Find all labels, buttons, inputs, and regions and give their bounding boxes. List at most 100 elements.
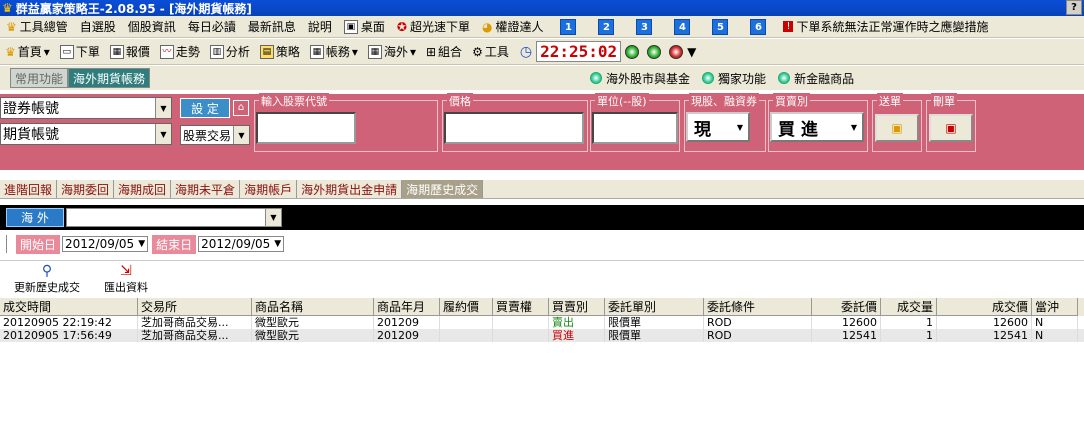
lock-icon[interactable]: ⌂ [233, 100, 249, 116]
menu-tools[interactable]: ♛ 工具總管 [0, 18, 74, 35]
bar-chart-icon: ▥ [209, 44, 224, 59]
cancel-order-button[interactable]: ▣ [929, 114, 973, 142]
overseas-button[interactable]: ▦ 海外 ▾ [363, 43, 421, 60]
workspace-4-button[interactable]: 4 [674, 18, 691, 35]
help-button[interactable]: ? [1066, 0, 1082, 15]
workspace-1-button[interactable]: 1 [560, 18, 577, 35]
status-green-icon[interactable] [625, 44, 640, 59]
menu-news[interactable]: 最新訊息 [242, 18, 302, 35]
col-volume[interactable]: 成交量 [881, 298, 937, 316]
home-button[interactable]: ♛ 首頁 ▾ [0, 43, 55, 60]
menu-desktop[interactable]: ▣ 桌面 [338, 18, 391, 35]
col-condition[interactable]: 委託條件 [704, 298, 812, 316]
futures-account-select[interactable]: 期貨帳號 ▼ [0, 123, 172, 145]
col-exchange[interactable]: 交易所 [138, 298, 252, 316]
combo-icon: ⊞ [425, 44, 437, 59]
status-red-icon[interactable] [669, 44, 684, 59]
tab-history-fills[interactable]: 海期歷史成交 [402, 180, 484, 198]
securities-account-select[interactable]: 證券帳號 ▼ [0, 97, 172, 119]
function-tabs: 常用功能 海外期貨帳務 海外股市與基金 獨家功能 新金融商品 [0, 66, 1084, 90]
status-green2-icon[interactable] [647, 44, 662, 59]
dropdown-arrow-icon[interactable]: ▼ [687, 45, 696, 59]
cell-time: 20120905 22:19:42 [0, 316, 138, 329]
workspace-3-button[interactable]: 3 [636, 18, 653, 35]
cell-side: 賣出 [549, 316, 605, 329]
menu-watchlist[interactable]: 自選股 [74, 18, 122, 35]
tab-withdrawal[interactable]: 海外期貨出金申請 [297, 180, 403, 198]
menu-stock-info[interactable]: 個股資訊 [122, 18, 182, 35]
col-callput[interactable]: 買賣權 [493, 298, 549, 316]
col-fill-price[interactable]: 成交價 [937, 298, 1032, 316]
cell-daytrade: N [1032, 316, 1078, 329]
tab-order-return[interactable]: 海期委回 [57, 180, 115, 198]
tab-overseas-futures[interactable]: 海外期貨帳務 [68, 68, 151, 88]
export-button[interactable]: ⇲ 匯出資料 [104, 263, 148, 295]
col-strike[interactable]: 履約價 [440, 298, 493, 316]
col-order-price[interactable]: 委託價 [812, 298, 881, 316]
account-select[interactable]: ▼ [66, 208, 282, 227]
workspace-2-button[interactable]: 2 [598, 18, 615, 35]
menu-bar: ♛ 工具總管 自選股 個股資訊 每日必讀 最新訊息 說明 ▣ 桌面 ✪ 超光速下單 ◕… [0, 16, 1084, 38]
cell-exchange: 芝加哥商品交易... [138, 316, 252, 329]
trade-type-select[interactable]: 股票交易 ▼ [180, 125, 250, 145]
cell-order-type: 限價單 [605, 316, 704, 329]
account-icon: ▦ [309, 44, 324, 59]
chevron-down-icon: ▼ [846, 114, 862, 140]
cell-month: 201209 [374, 316, 440, 329]
chevron-down-icon: ▼ [233, 126, 249, 144]
workspace-6-button[interactable]: 6 [750, 18, 767, 35]
quote-button[interactable]: ▦ 報價 [105, 43, 155, 60]
side-select[interactable]: 買 進 ▼ [770, 112, 864, 142]
col-order-type[interactable]: 委託單別 [605, 298, 704, 316]
analysis-button[interactable]: ▥ 分析 [205, 43, 255, 60]
order-button[interactable]: ▭ 下單 [55, 43, 105, 60]
send-order-button[interactable]: ▣ [875, 114, 919, 142]
link-overseas-stocks[interactable]: 海外股市與基金 [590, 70, 690, 87]
chevron-down-icon: ▼ [732, 114, 748, 140]
tool-button[interactable]: ⚙ 工具 [467, 43, 514, 60]
chevron-down-icon: ▼ [155, 124, 171, 144]
menu-daily[interactable]: 每日必讀 [182, 18, 242, 35]
menu-help[interactable]: 說明 [302, 18, 338, 35]
date-range-row: 開始日 2012/09/05 ▼ 結束日 2012/09/05 ▼ [0, 233, 1084, 255]
col-daytrade[interactable]: 當沖 [1032, 298, 1078, 316]
col-side[interactable]: 買賣別 [549, 298, 605, 316]
trend-button[interactable]: 〰走勢 [155, 43, 205, 60]
strategy-button[interactable]: ▤ 策略 [255, 43, 305, 60]
globe-icon [590, 72, 603, 84]
menu-fast-order[interactable]: ✪ 超光速下單 [391, 18, 476, 35]
table-row[interactable]: 20120905 17:56:49 芝加哥商品交易... 微型歐元 201209… [0, 329, 1084, 342]
col-time[interactable]: 成交時間 [0, 298, 138, 316]
tool-icon: ⚙ [472, 44, 483, 59]
tab-open-position[interactable]: 海期未平倉 [171, 180, 241, 198]
workspace-5-button[interactable]: 5 [712, 18, 729, 35]
col-month[interactable]: 商品年月 [374, 298, 440, 316]
menu-warrant[interactable]: ◕ 權證達人 [476, 18, 550, 35]
quantity-input[interactable] [592, 112, 678, 144]
tab-fill-return[interactable]: 海期成回 [114, 180, 172, 198]
cell-volume: 1 [881, 329, 937, 342]
window-title: 群益贏家策略王-2.08.95 - [海外期貨帳務] [15, 1, 252, 16]
col-product[interactable]: 商品名稱 [252, 298, 374, 316]
cell-callput [493, 316, 549, 329]
set-button[interactable]: 設 定 [180, 98, 230, 118]
table-row[interactable]: 20120905 22:19:42 芝加哥商品交易... 微型歐元 201209… [0, 316, 1084, 329]
mode-select[interactable]: 現 ▼ [686, 112, 750, 142]
start-date-picker[interactable]: 2012/09/05 ▼ [62, 236, 149, 252]
end-date-picker[interactable]: 2012/09/05 ▼ [198, 236, 285, 252]
send-icon: ▣ [891, 121, 903, 135]
link-new-products[interactable]: 新金融商品 [778, 70, 854, 87]
history-table: 成交時間 交易所 商品名稱 商品年月 履約價 買賣權 買賣別 委託單別 委託條件… [0, 298, 1084, 342]
chevron-down-icon: ▼ [155, 98, 171, 118]
stock-code-input[interactable] [256, 112, 356, 144]
link-exclusive[interactable]: 獨家功能 [702, 70, 766, 87]
account-button[interactable]: ▦ 帳務 ▾ [305, 43, 363, 60]
tab-advanced-report[interactable]: 進階回報 [0, 180, 58, 198]
menu-warning[interactable]: ! 下單系統無法正常運作時之應變措施 [777, 18, 994, 35]
combo-button[interactable]: ⊞ 組合 [421, 43, 467, 60]
price-input[interactable] [444, 112, 584, 144]
tab-account[interactable]: 海期帳戶 [240, 180, 298, 198]
cell-product: 微型歐元 [252, 329, 374, 342]
refresh-history-button[interactable]: ⚲ 更新歷史成交 [14, 263, 80, 295]
tab-common[interactable]: 常用功能 [10, 68, 69, 88]
